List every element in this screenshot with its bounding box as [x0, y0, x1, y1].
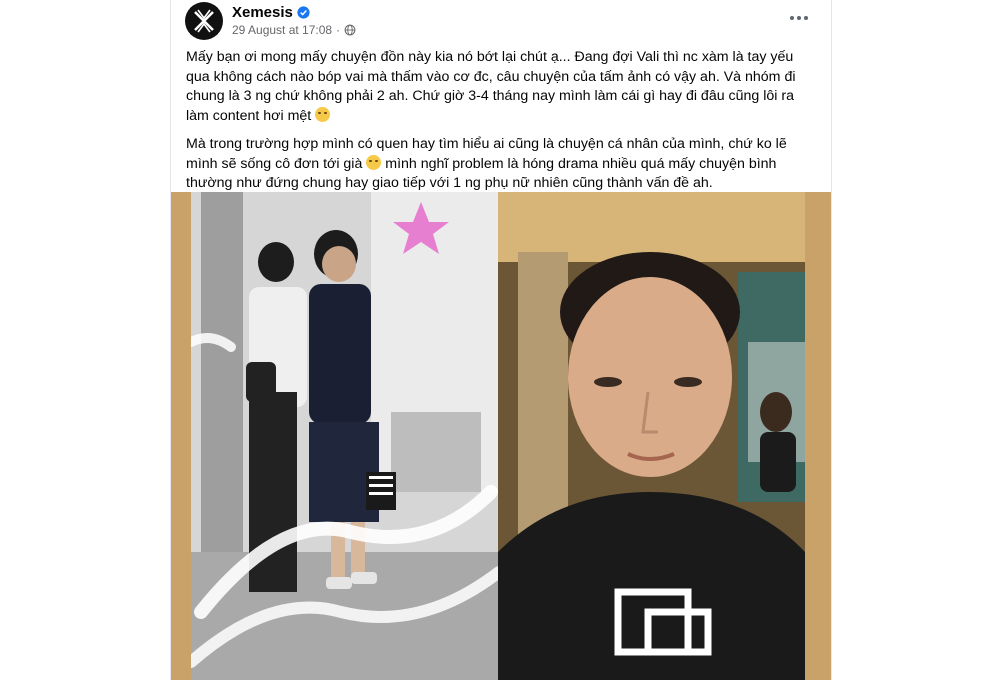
post-paragraph-2: Mà trong trường hợp mình có quen hay tìm… [186, 135, 816, 194]
post-text: Mấy bạn ơi mong mấy chuyện đồn này kia n… [186, 48, 816, 194]
selfie-photo[interactable] [498, 192, 805, 680]
airport-photo-illustration [191, 192, 499, 680]
author-name[interactable]: Xemesis [232, 4, 293, 21]
post-meta: 29 August at 17:08 · [232, 23, 356, 37]
post-header: Xemesis 29 August at 17:08 · [185, 2, 817, 42]
timestamp[interactable]: 29 August at 17:08 [232, 23, 332, 37]
photo-border-left [171, 192, 191, 680]
verified-badge-icon [297, 6, 310, 19]
airport-photo[interactable] [191, 192, 499, 680]
rolling-eyes-emoji-icon [315, 106, 331, 122]
post-card: Xemesis 29 August at 17:08 · Mấy bạn ơi … [170, 0, 832, 680]
photo-border-right [805, 192, 831, 680]
globe-icon[interactable] [344, 24, 356, 36]
paragraph-1-text: Mấy bạn ơi mong mấy chuyện đồn này kia n… [186, 49, 796, 124]
author-row: Xemesis [232, 4, 310, 21]
xemesis-logo-icon [190, 7, 218, 35]
meta-separator: · [336, 23, 341, 37]
thinking-emoji-icon [366, 154, 382, 170]
post-paragraph-1: Mấy bạn ơi mong mấy chuyện đồn này kia n… [186, 48, 816, 126]
more-options-icon[interactable] [783, 6, 815, 30]
post-photo[interactable] [171, 192, 831, 680]
avatar[interactable] [185, 2, 223, 40]
selfie-photo-illustration [498, 192, 805, 680]
